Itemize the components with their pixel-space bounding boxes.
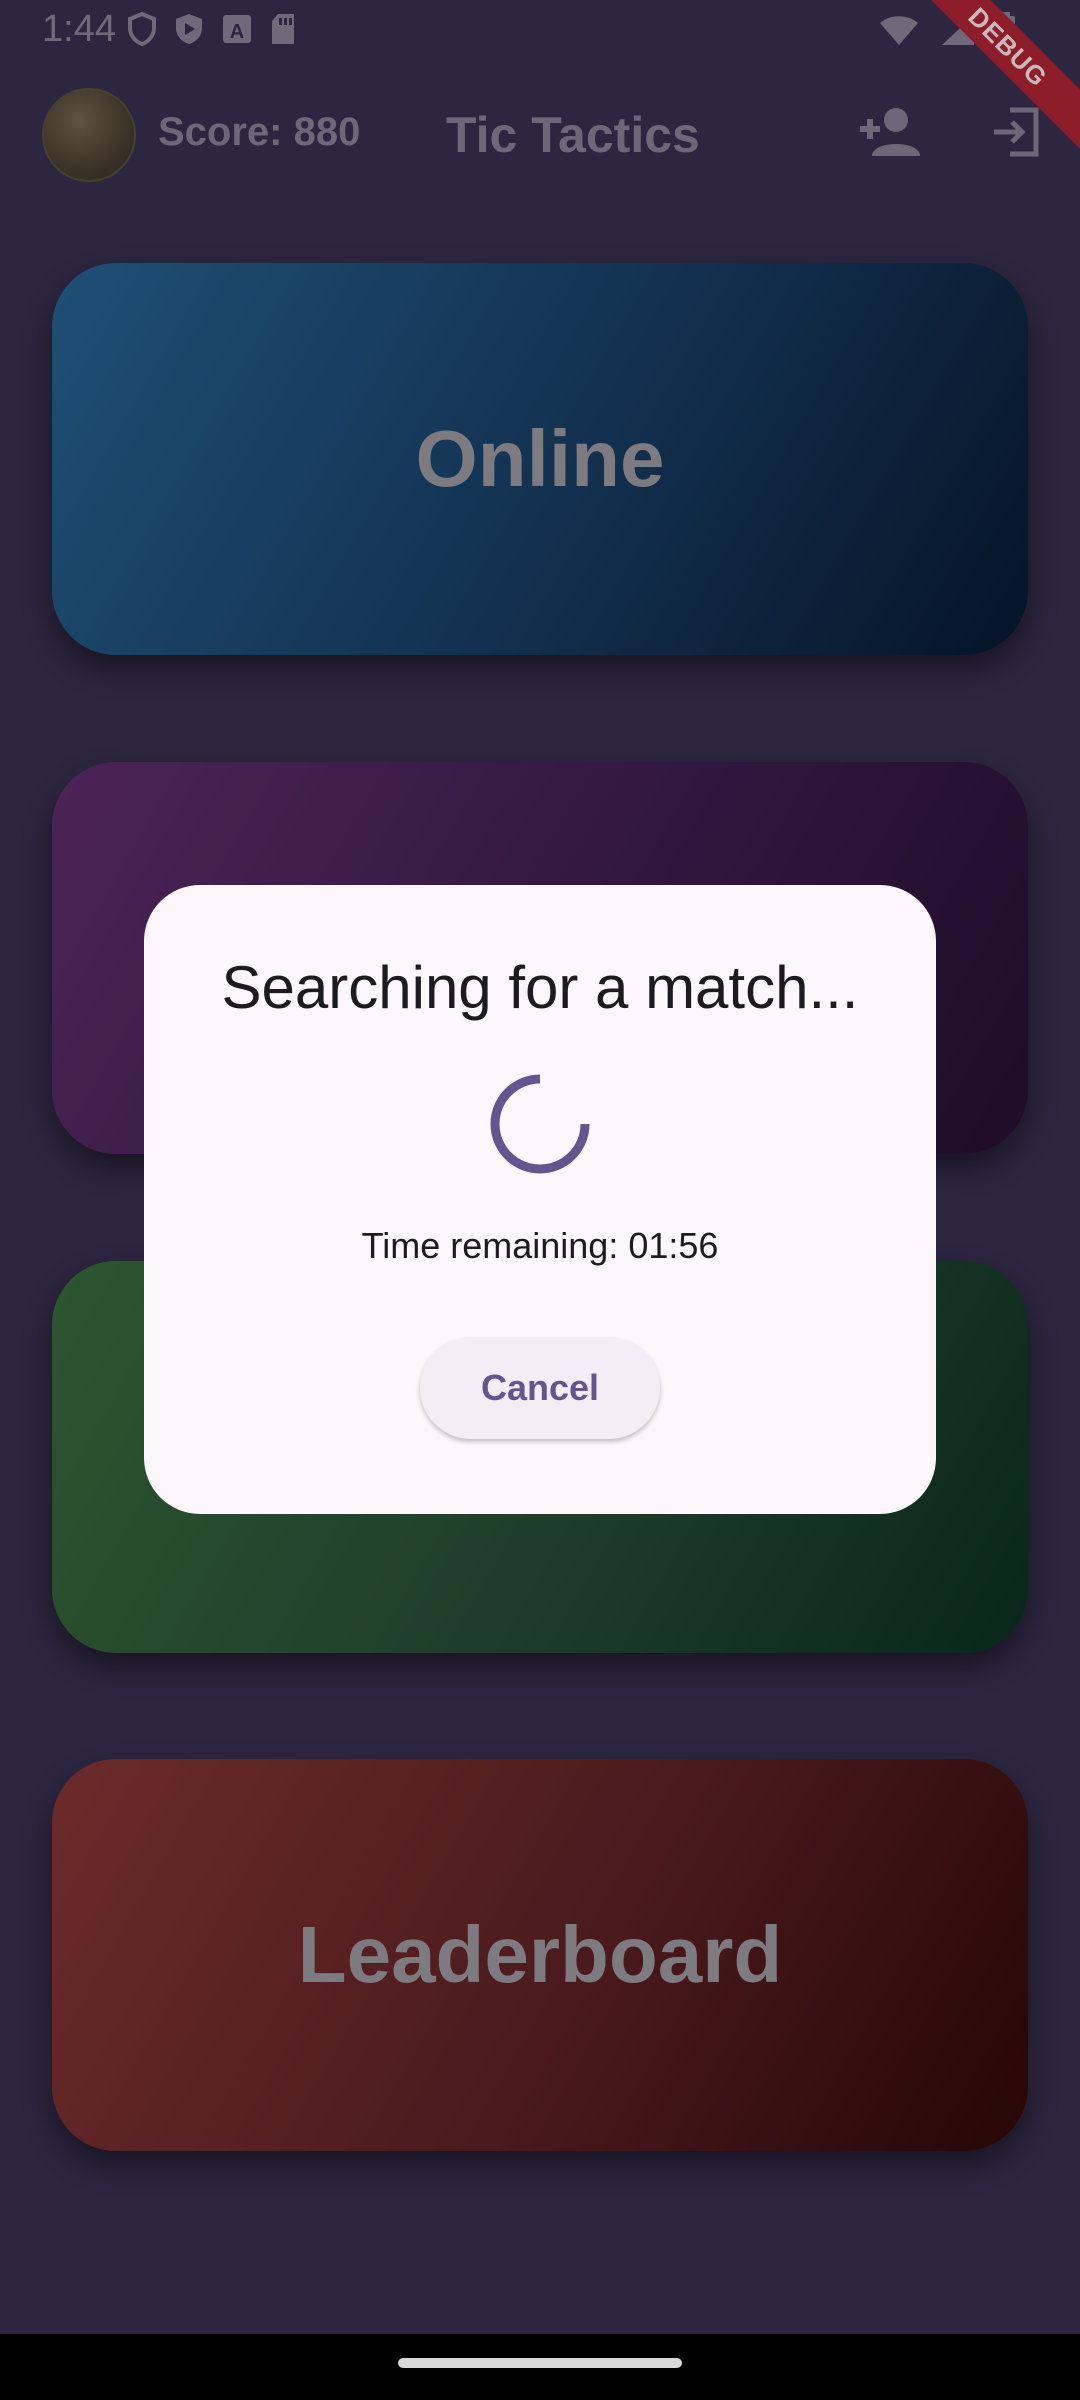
sd-card-icon (268, 12, 298, 51)
logout-icon[interactable] (990, 106, 1042, 163)
add-person-icon[interactable] (858, 106, 922, 165)
cancel-button[interactable]: Cancel (420, 1337, 660, 1439)
home-handle[interactable] (398, 2358, 682, 2368)
score-label: Score: 880 (158, 110, 361, 154)
status-time: 1:44 (42, 8, 116, 50)
system-nav-bar (0, 2334, 1080, 2400)
leaderboard-card[interactable]: Leaderboard (52, 1759, 1028, 2151)
avatar[interactable] (42, 88, 136, 182)
time-remaining: Time remaining: 01:56 (361, 1225, 719, 1266)
page-title: Tic Tactics (446, 107, 700, 163)
svg-text:A: A (230, 21, 244, 43)
dialog-title: Searching for a match... (221, 954, 859, 1021)
leaderboard-label: Leaderboard (297, 1910, 783, 1999)
online-card[interactable]: Online (52, 263, 1028, 655)
loading-spinner-icon (485, 1069, 595, 1184)
wifi-icon (878, 13, 920, 52)
status-left-icons: A (126, 11, 298, 51)
online-label: Online (415, 414, 665, 503)
app-bar: Score: 880 Tic Tactics (0, 62, 1080, 212)
shield-icon (126, 11, 158, 51)
status-bar: 1:44 A (0, 0, 1080, 62)
play-protect-icon (172, 12, 206, 51)
matchmaking-dialog: Searching for a match... Time remaining:… (144, 885, 936, 1514)
a-box-icon: A (220, 12, 254, 51)
